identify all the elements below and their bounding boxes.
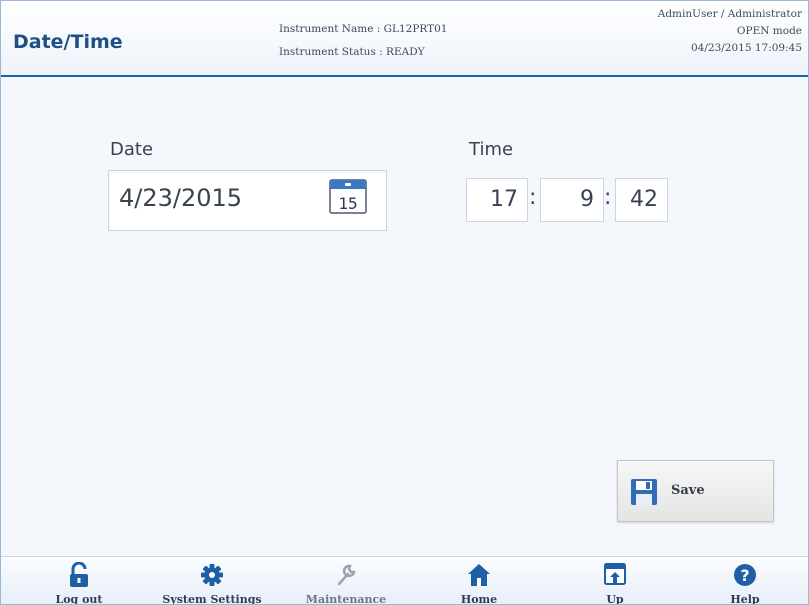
app-window: Date/Time Instrument Name : GL12PRT01 In… [0,0,809,605]
time-separator: : [604,185,612,210]
home-icon [468,564,490,586]
save-button[interactable]: Save [617,460,774,522]
date-label: Date [110,139,154,160]
maintenance-label: Maintenance [305,593,387,605]
calendar-icon[interactable]: 15 [329,179,367,214]
header-bar: Date/Time Instrument Name : GL12PRT01 In… [1,1,808,77]
unlock-icon [70,562,88,587]
date-field[interactable]: 4/23/2015 15 [108,170,387,231]
calendar-day: 15 [338,194,357,213]
wrench-icon [337,564,356,586]
floppy-disk-icon [631,479,657,505]
user-info: AdminUser / Administrator [657,8,802,20]
help-label: Help [730,593,760,605]
system-settings-button[interactable]: System Settings [157,557,267,605]
save-label: Save [671,483,705,498]
second-field[interactable]: 42 [615,178,668,222]
system-settings-label: System Settings [162,593,262,605]
footer-nav: Log out System Settings Maintenance Home… [1,556,808,605]
up-label: Up [606,593,624,605]
minute-field[interactable]: 9 [540,178,604,222]
logout-label: Log out [55,593,103,605]
date-value[interactable]: 4/23/2015 [119,184,242,212]
gear-icon [201,564,223,586]
instrument-name: Instrument Name : GL12PRT01 [279,23,448,35]
logout-button[interactable]: Log out [24,557,134,605]
home-label: Home [460,593,498,605]
svg-text:?: ? [740,566,749,585]
instrument-status: Instrument Status : READY [279,46,425,58]
up-button[interactable]: Up [560,557,670,605]
mode-info: OPEN mode [736,25,802,37]
help-icon: ? [734,564,756,586]
current-datetime: 04/23/2015 17:09:45 [690,42,802,54]
help-button[interactable]: ? Help [690,557,800,605]
maintenance-button[interactable]: Maintenance [291,557,401,605]
page-title: Date/Time [13,31,123,53]
time-separator: : [529,185,537,210]
home-button[interactable]: Home [424,557,534,605]
hour-field[interactable]: 17 [466,178,528,222]
time-label: Time [469,139,514,160]
up-icon [604,563,626,585]
